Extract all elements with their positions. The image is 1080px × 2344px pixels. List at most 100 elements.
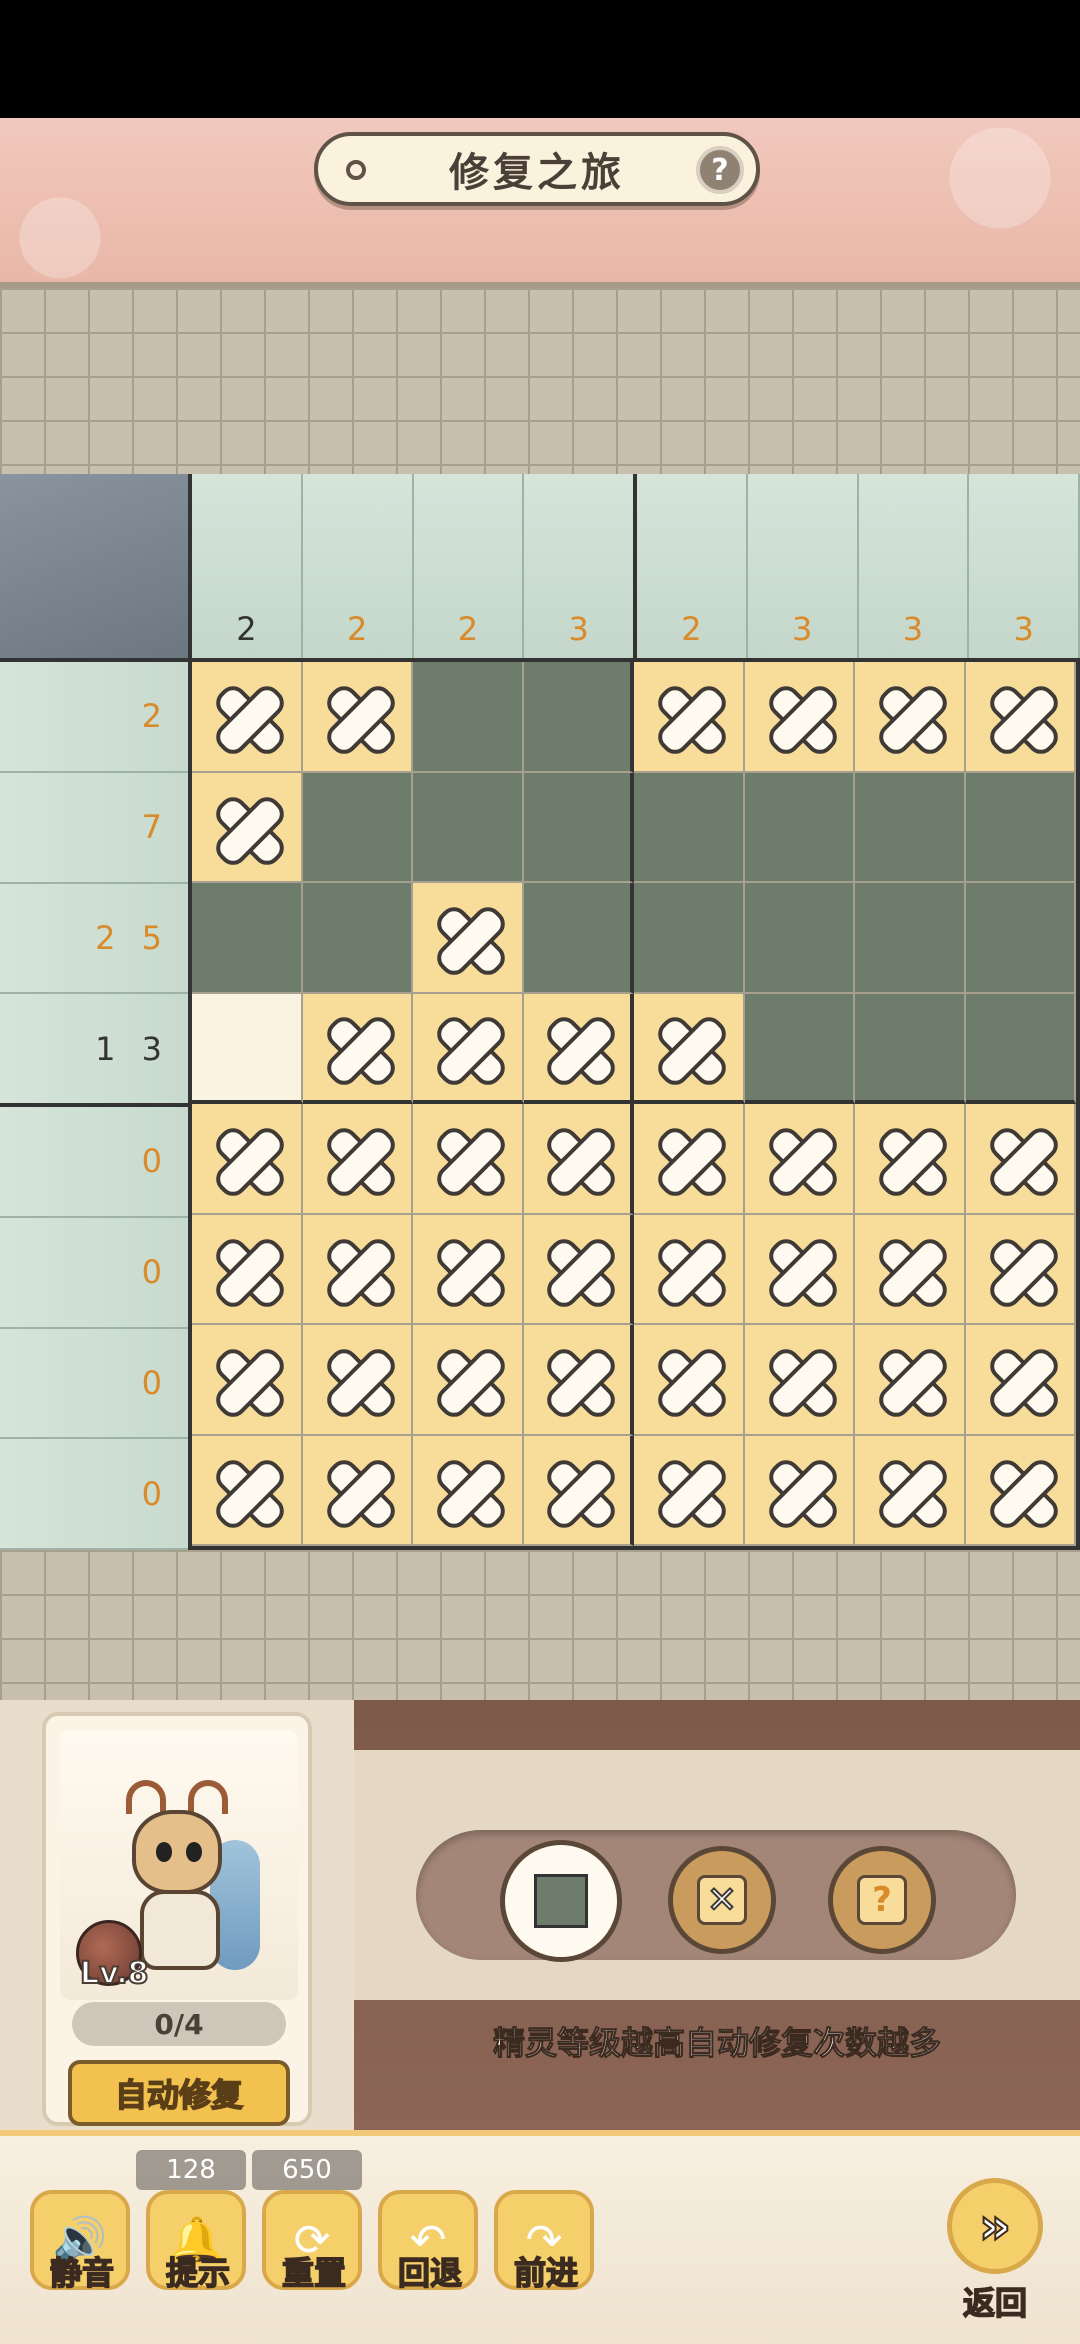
filled-cell[interactable] [523, 883, 634, 994]
crossed-cell[interactable] [302, 662, 413, 773]
cross-mark-icon [756, 1447, 842, 1533]
crossed-cell[interactable] [634, 1435, 745, 1546]
crossed-cell[interactable] [302, 1104, 413, 1215]
antler-icon [126, 1780, 166, 1814]
cross-mark-icon [645, 1447, 731, 1533]
filled-cell[interactable] [523, 662, 634, 773]
filled-cell[interactable] [855, 772, 966, 883]
crossed-cell[interactable] [744, 1435, 855, 1546]
crossed-cell[interactable] [192, 1435, 303, 1546]
fill-square-icon [534, 1874, 588, 1928]
filled-cell[interactable] [855, 993, 966, 1104]
filled-cell[interactable] [744, 883, 855, 994]
crossed-cell[interactable] [634, 662, 745, 773]
filled-cell[interactable] [744, 993, 855, 1104]
cross-mark-icon [424, 1447, 510, 1533]
nonogram-board: 22232333 272 51 30000 [0, 474, 1080, 1550]
cross-mark-icon [534, 1226, 620, 1312]
eye-icon [156, 1842, 172, 1862]
column-clue: 3 [969, 474, 1080, 658]
crossed-cell[interactable] [523, 1104, 634, 1215]
crossed-cell[interactable] [855, 662, 966, 773]
crossed-cell[interactable] [413, 1214, 524, 1325]
crossed-cell[interactable] [855, 1325, 966, 1436]
filled-cell[interactable] [523, 772, 634, 883]
tool-panel-inner: ✕ ? [354, 1750, 1080, 2000]
filled-cell[interactable] [302, 772, 413, 883]
filled-cell[interactable] [965, 993, 1076, 1104]
filled-cell[interactable] [192, 883, 303, 994]
crossed-cell[interactable] [413, 1325, 524, 1436]
back-button[interactable]: » 返回 [940, 2178, 1050, 2328]
undo-button[interactable]: ↶ 回退 [378, 2190, 482, 2294]
crossed-cell[interactable] [744, 1214, 855, 1325]
cross-tool-button[interactable]: ✕ [668, 1846, 776, 1954]
mute-button[interactable]: 🔊 静音 [30, 2190, 134, 2294]
crossed-cell[interactable] [302, 993, 413, 1104]
help-button[interactable]: ? [696, 146, 744, 194]
crossed-cell[interactable] [965, 1104, 1076, 1215]
cross-mark-icon [756, 1115, 842, 1201]
filled-cell[interactable] [634, 772, 745, 883]
fill-tool-button[interactable] [500, 1840, 622, 1962]
cross-mark-icon [866, 1226, 952, 1312]
crossed-cell[interactable] [413, 1104, 524, 1215]
crossed-cell[interactable] [523, 1214, 634, 1325]
redo-button[interactable]: ↷ 前进 [494, 2190, 598, 2294]
filled-cell[interactable] [413, 662, 524, 773]
crossed-cell[interactable] [192, 1325, 303, 1436]
reset-button[interactable]: 650 ⟳ 重置 [252, 2150, 366, 2294]
hint-button[interactable]: 128 🔔 提示 [136, 2150, 250, 2294]
filled-cell[interactable] [965, 772, 1076, 883]
crossed-cell[interactable] [965, 1325, 1076, 1436]
crossed-cell[interactable] [413, 883, 524, 994]
crossed-cell[interactable] [413, 1435, 524, 1546]
cross-mark-icon [424, 1004, 510, 1090]
bottom-bar: 🔊 静音 128 🔔 提示 650 ⟳ 重置 ↶ 回退 ↷ 前进 » 返回 [0, 2130, 1080, 2344]
header: 修复之旅 ? [0, 118, 1080, 288]
filled-cell[interactable] [302, 883, 413, 994]
cross-mark-icon [314, 1447, 400, 1533]
redo-label: 前进 [513, 2253, 579, 2293]
crossed-cell[interactable] [634, 1214, 745, 1325]
crossed-cell[interactable] [855, 1435, 966, 1546]
crossed-cell[interactable] [744, 662, 855, 773]
filled-cell[interactable] [413, 772, 524, 883]
board-corner [0, 474, 192, 662]
question-tool-button[interactable]: ? [828, 1846, 936, 1954]
empty-cell[interactable] [192, 993, 303, 1104]
crossed-cell[interactable] [523, 1435, 634, 1546]
crossed-cell[interactable] [855, 1214, 966, 1325]
cross-mark-icon [756, 1336, 842, 1422]
filled-cell[interactable] [634, 883, 745, 994]
crossed-cell[interactable] [413, 993, 524, 1104]
filled-cell[interactable] [744, 772, 855, 883]
crossed-cell[interactable] [634, 1104, 745, 1215]
crossed-cell[interactable] [192, 772, 303, 883]
crossed-cell[interactable] [302, 1435, 413, 1546]
auto-repair-button[interactable]: 自动修复 [68, 2060, 290, 2126]
crossed-cell[interactable] [965, 1214, 1076, 1325]
crossed-cell[interactable] [965, 1435, 1076, 1546]
crossed-cell[interactable] [302, 1214, 413, 1325]
crossed-cell[interactable] [634, 1325, 745, 1436]
crossed-cell[interactable] [634, 993, 745, 1104]
question-icon: ? [857, 1875, 907, 1925]
hint-count: 128 [136, 2150, 246, 2190]
crossed-cell[interactable] [192, 1104, 303, 1215]
puzzle-grid [192, 662, 1080, 1550]
tool-panel: ✕ ? 精灵等级越高自动修复次数越多 [354, 1700, 1080, 2130]
crossed-cell[interactable] [744, 1104, 855, 1215]
crossed-cell[interactable] [302, 1325, 413, 1436]
cross-icon: ✕ [697, 1875, 747, 1925]
filled-cell[interactable] [965, 883, 1076, 994]
crossed-cell[interactable] [523, 1325, 634, 1436]
crossed-cell[interactable] [523, 993, 634, 1104]
crossed-cell[interactable] [744, 1325, 855, 1436]
crossed-cell[interactable] [192, 662, 303, 773]
crossed-cell[interactable] [855, 1104, 966, 1215]
crossed-cell[interactable] [192, 1214, 303, 1325]
crossed-cell[interactable] [965, 662, 1076, 773]
cross-mark-icon [866, 1447, 952, 1533]
filled-cell[interactable] [855, 883, 966, 994]
